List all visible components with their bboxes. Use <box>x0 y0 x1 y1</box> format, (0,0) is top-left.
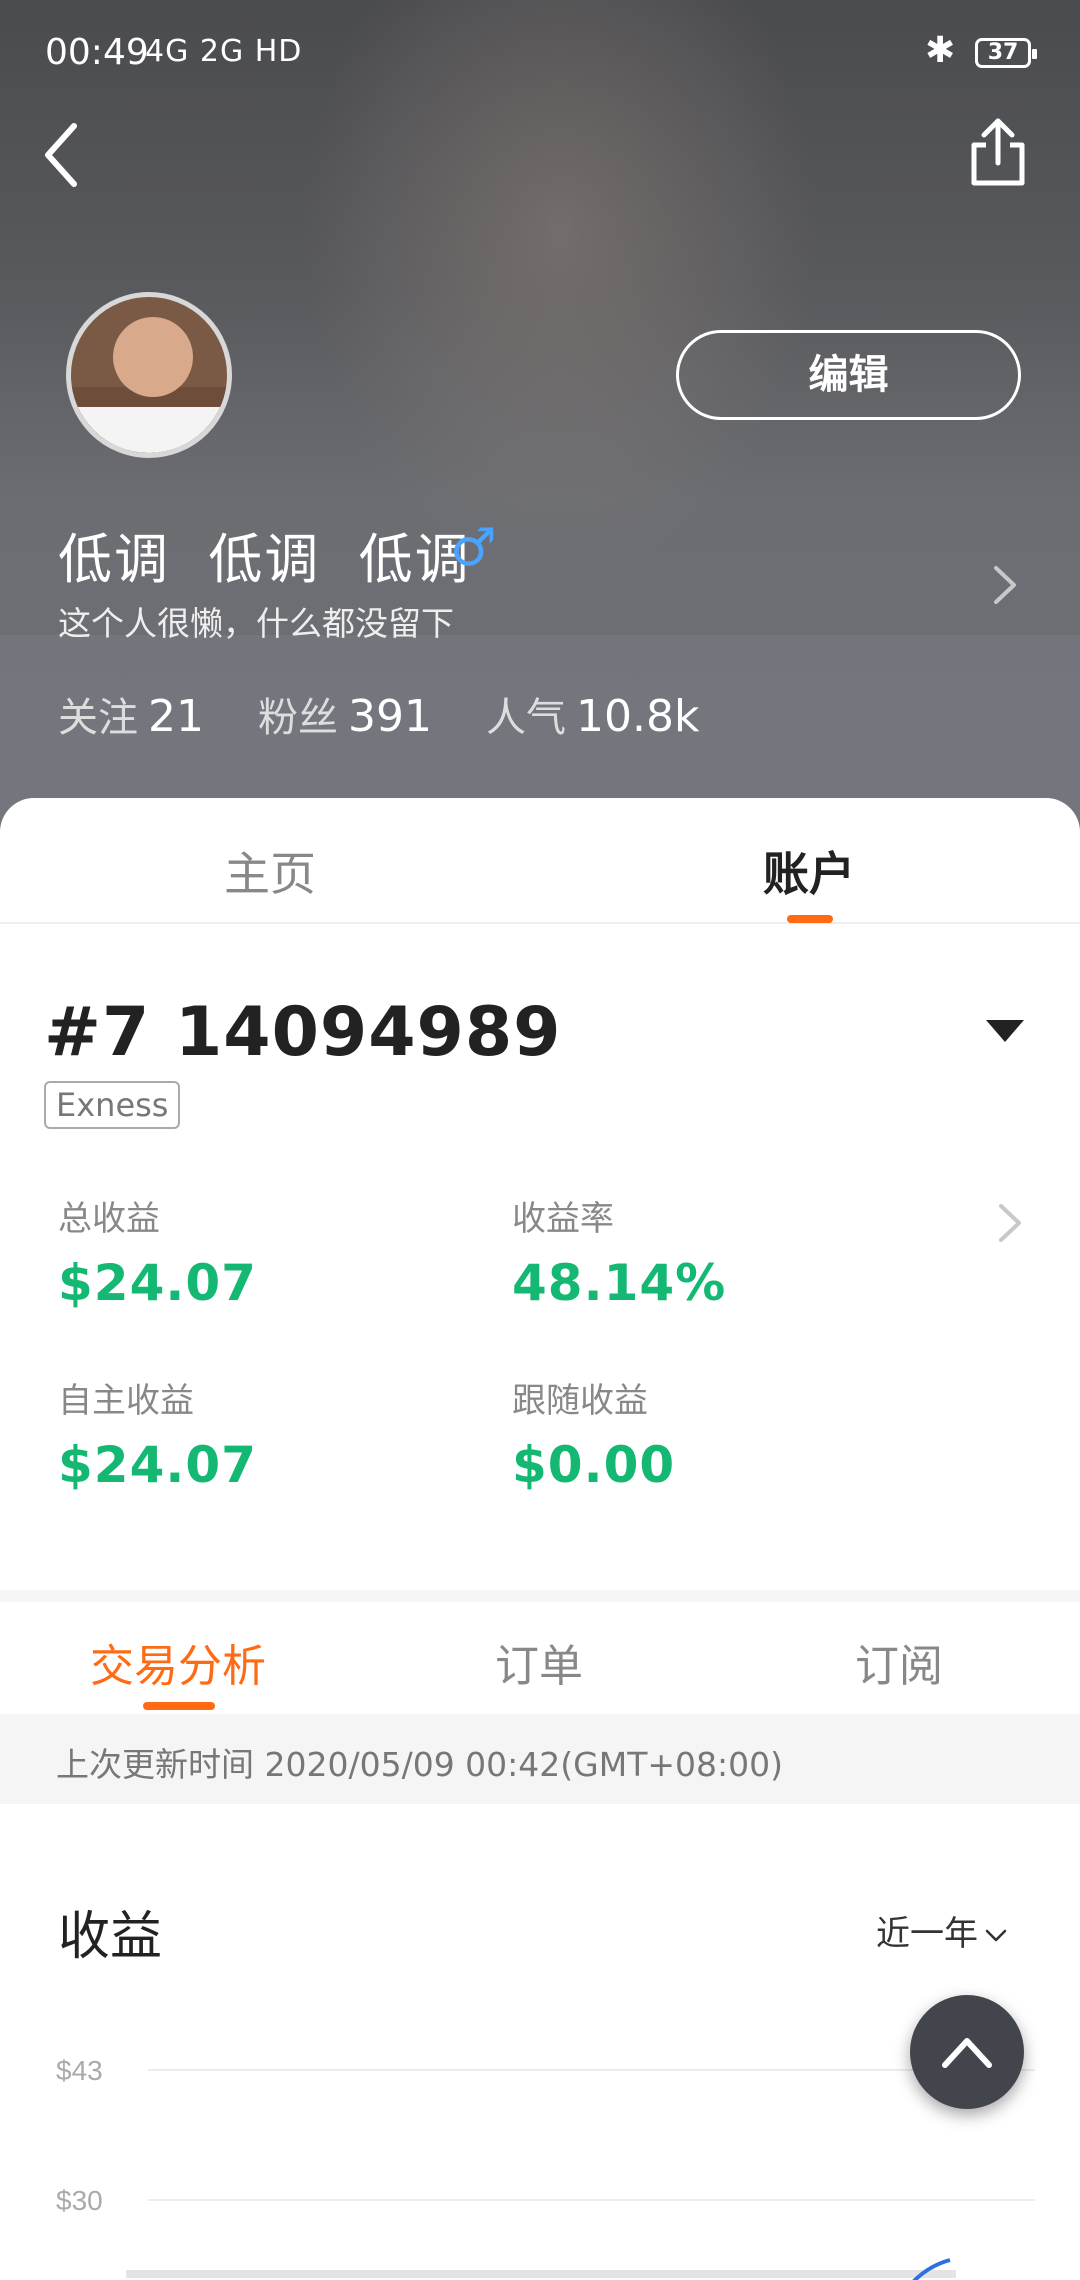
sub-tab-indicator <box>143 1702 215 1710</box>
chevron-left-icon <box>45 123 77 187</box>
range-select-label: 近一年 <box>876 1914 978 1954</box>
y-tick-label: $43 <box>56 2055 103 2086</box>
metric-return-rate: 收益率 48.14% <box>512 1199 727 1312</box>
tab-account[interactable]: 账户 <box>763 838 855 904</box>
stat-followers[interactable]: 粉丝 391 <box>258 685 432 743</box>
metric-follow-profit: 跟随收益 $0.00 <box>512 1381 676 1494</box>
metrics-detail-chevron-icon[interactable] <box>995 1198 1025 1248</box>
section-divider <box>0 1590 1080 1602</box>
main-tab-bar: 主页 账户 <box>0 798 1080 924</box>
gender-male-icon: ♂ <box>450 518 497 578</box>
chart-scroll-track <box>126 2270 956 2278</box>
metric-total-profit: 总收益 $24.07 <box>58 1199 257 1312</box>
tab-home[interactable]: 主页 <box>224 838 316 904</box>
username: 低调 低调 低调 <box>58 528 471 591</box>
account-dropdown-icon[interactable] <box>986 1020 1024 1042</box>
signal-indicator: 4G 2G HD <box>145 34 303 69</box>
last-update-bar: 上次更新时间 2020/05/09 00:42(GMT+08:00) <box>0 1714 1080 1804</box>
scroll-to-top-button[interactable] <box>910 1995 1024 2109</box>
battery-icon: 37 <box>975 38 1037 68</box>
status-bar: 00:49 4G 2G HD ✱ 37 <box>0 0 1080 110</box>
avatar[interactable] <box>66 292 232 458</box>
tab-trade-analysis[interactable]: 交易分析 <box>90 1630 266 1694</box>
share-icon <box>971 118 1025 186</box>
profile-bio: 这个人很懒，什么都没留下 <box>58 604 454 643</box>
chevron-down-icon <box>985 1929 1007 1941</box>
profile-detail-chevron-icon[interactable] <box>990 560 1020 610</box>
account-number: #7 14094989 <box>44 993 562 1072</box>
y-tick-label: $30 <box>56 2185 103 2216</box>
earnings-title: 收益 <box>58 1907 163 1967</box>
last-update-text: 上次更新时间 2020/05/09 00:42(GMT+08:00) <box>56 1745 783 1784</box>
profile-stats: 关注 21 粉丝 391 人气 10.8k <box>58 685 739 743</box>
bluetooth-icon: ✱ <box>925 30 956 71</box>
status-time: 00:49 <box>45 32 149 73</box>
profile-header: 00:49 4G 2G HD ✱ 37 编辑 低调 低调 低调 ♂ 这个人很懒，… <box>0 0 1080 830</box>
share-button[interactable] <box>970 115 1030 195</box>
edit-profile-button[interactable]: 编辑 <box>676 330 1021 420</box>
back-button[interactable] <box>40 120 100 200</box>
metric-own-profit: 自主收益 $24.07 <box>58 1381 257 1494</box>
broker-tag: Exness <box>44 1081 181 1129</box>
range-select[interactable]: 近一年 <box>876 1906 1008 1955</box>
stat-following[interactable]: 关注 21 <box>58 685 204 743</box>
stat-popularity: 人气 10.8k <box>485 691 700 742</box>
chevron-up-icon <box>942 2038 992 2068</box>
analysis-tab-bar: 交易分析 订单 订阅 <box>0 1602 1080 1712</box>
tab-orders[interactable]: 订单 <box>495 1630 583 1694</box>
tab-subscriptions[interactable]: 订阅 <box>855 1630 943 1694</box>
tab-indicator <box>787 915 833 923</box>
